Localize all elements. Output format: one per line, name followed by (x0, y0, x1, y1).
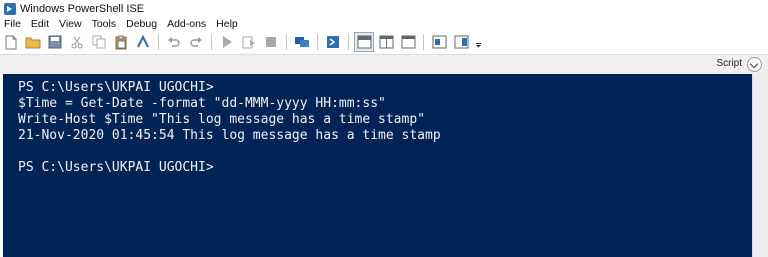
console-line-output: 21-Nov-2020 01:45:54 This log message ha… (18, 128, 441, 143)
console-line-prompt: PS C:\Users\UKPAI UGOCHI> (18, 160, 214, 175)
toolbar-separator (317, 34, 318, 50)
new-powershell-tab-icon[interactable] (324, 33, 342, 51)
new-file-icon[interactable] (2, 33, 20, 51)
menu-edit[interactable]: Edit (26, 18, 54, 30)
show-script-pane-top-icon[interactable] (354, 32, 374, 52)
run-selection-icon[interactable] (240, 33, 258, 51)
menu-view[interactable]: View (54, 18, 87, 30)
copy-icon[interactable] (90, 33, 108, 51)
menu-help[interactable]: Help (211, 18, 243, 30)
console-pane-header: Script (0, 54, 768, 74)
title-bar: Windows PowerShell ISE (0, 0, 768, 17)
remote-powershell-icon[interactable] (293, 33, 311, 51)
clear-console-icon[interactable] (134, 33, 152, 51)
toolbar-separator (158, 34, 159, 50)
menu-file[interactable]: File (0, 18, 26, 30)
script-pane-toggle[interactable]: Script (716, 58, 742, 69)
console-scrollbar[interactable] (752, 74, 768, 257)
menu-add-ons[interactable]: Add-ons (162, 18, 211, 30)
console-pane[interactable]: PS C:\Users\UKPAI UGOCHI> $Time = Get-Da… (3, 74, 752, 257)
console-line-command: $Time = Get-Date -format "dd-MMM-yyyy HH… (18, 96, 386, 111)
toolbar-overflow-icon[interactable] (474, 33, 482, 51)
toolbar (0, 31, 768, 53)
toolbar-separator (211, 34, 212, 50)
toolbar-separator (286, 34, 287, 50)
redo-icon[interactable] (187, 33, 205, 51)
stop-icon[interactable] (262, 33, 280, 51)
show-script-pane-maximized-icon[interactable] (399, 33, 417, 51)
undo-icon[interactable] (165, 33, 183, 51)
cut-icon[interactable] (68, 33, 86, 51)
menu-bar: File Edit View Tools Debug Add-ons Help (0, 17, 768, 31)
menu-debug[interactable]: Debug (121, 18, 162, 30)
show-command-addon-icon[interactable] (452, 33, 470, 51)
save-icon[interactable] (46, 33, 64, 51)
toolbar-separator (348, 34, 349, 50)
run-script-icon[interactable] (218, 33, 236, 51)
console-line-prompt: PS C:\Users\UKPAI UGOCHI> (18, 80, 214, 95)
chevron-down-icon[interactable] (747, 57, 762, 72)
menu-tools[interactable]: Tools (87, 18, 122, 30)
paste-icon[interactable] (112, 33, 130, 51)
show-script-pane-right-icon[interactable] (377, 33, 395, 51)
show-command-window-icon[interactable] (430, 33, 448, 51)
open-folder-icon[interactable] (24, 33, 42, 51)
window-title: Windows PowerShell ISE (20, 2, 145, 15)
toolbar-separator (423, 34, 424, 50)
console-line-command: Write-Host $Time "This log message has a… (18, 112, 425, 127)
powershell-icon (4, 2, 16, 15)
